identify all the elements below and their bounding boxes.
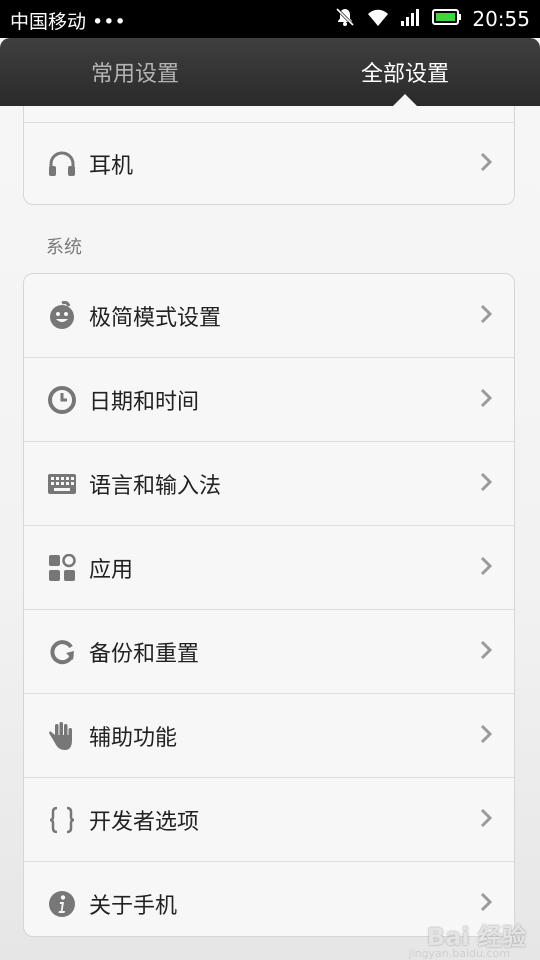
settings-item-label: 辅助功能 bbox=[89, 725, 178, 751]
chevron-right-icon bbox=[480, 892, 493, 916]
status-icons: 20:55 bbox=[334, 0, 530, 38]
settings-item-label: 开发者选项 bbox=[89, 809, 200, 835]
chevron-right-icon bbox=[480, 472, 493, 496]
settings-item-label: 备份和重置 bbox=[89, 641, 200, 667]
battery-icon bbox=[432, 8, 462, 30]
refresh-icon bbox=[47, 637, 77, 667]
chevron-right-icon bbox=[480, 556, 493, 580]
section-header-system: 系统 bbox=[46, 237, 82, 258]
clock-time: 20:55 bbox=[472, 7, 530, 31]
device-settings-card: 耳机 bbox=[23, 106, 515, 205]
status-bar: 中国移动 ••• 20:55 bbox=[0, 0, 540, 38]
smiley-icon bbox=[47, 300, 77, 331]
clock-icon bbox=[47, 385, 77, 415]
settings-item-label: 耳机 bbox=[89, 154, 134, 179]
chevron-right-icon bbox=[480, 304, 493, 328]
braces-icon bbox=[47, 805, 77, 835]
settings-item-language-input[interactable]: 语言和输入法 bbox=[24, 442, 514, 526]
active-tab-indicator bbox=[393, 94, 417, 106]
settings-item-headphones[interactable]: 耳机 bbox=[24, 123, 514, 205]
tab-common-settings[interactable]: 常用设置 bbox=[0, 38, 270, 106]
chevron-right-icon bbox=[480, 640, 493, 664]
chevron-right-icon bbox=[480, 808, 493, 832]
settings-item-label: 极简模式设置 bbox=[89, 305, 222, 331]
settings-item-backup-reset[interactable]: 备份和重置 bbox=[24, 610, 514, 694]
system-settings-card: 极简模式设置 日期和时间 语言和输入法 应用 备份和重置 辅助功能 开发者选项 … bbox=[23, 273, 515, 937]
settings-item-apps[interactable]: 应用 bbox=[24, 526, 514, 610]
settings-item-label: 关于手机 bbox=[89, 893, 178, 919]
settings-item-simple-mode[interactable]: 极简模式设置 bbox=[24, 274, 514, 358]
settings-item-label: 语言和输入法 bbox=[89, 473, 222, 499]
headphones-icon bbox=[47, 149, 77, 179]
settings-item-date-time[interactable]: 日期和时间 bbox=[24, 358, 514, 442]
chevron-right-icon bbox=[480, 152, 493, 176]
hand-icon bbox=[47, 721, 77, 751]
carrier-label: 中国移动 ••• bbox=[10, 11, 126, 33]
tab-bar: 常用设置 全部设置 bbox=[0, 38, 540, 106]
mute-icon bbox=[334, 6, 356, 32]
watermark-url: jingyan.baidu.com bbox=[408, 947, 510, 960]
settings-item-developer-options[interactable]: 开发者选项 bbox=[24, 778, 514, 862]
signal-icon bbox=[400, 7, 422, 31]
settings-item-accessibility[interactable]: 辅助功能 bbox=[24, 694, 514, 778]
settings-item-label: 应用 bbox=[89, 557, 134, 583]
chevron-right-icon bbox=[480, 724, 493, 748]
keyboard-icon bbox=[47, 469, 77, 499]
info-icon bbox=[47, 889, 77, 919]
chevron-right-icon bbox=[480, 388, 493, 412]
wifi-icon bbox=[366, 7, 390, 31]
settings-item-label: 日期和时间 bbox=[89, 389, 200, 415]
apps-icon bbox=[47, 553, 77, 583]
scrolled-row-remnant bbox=[24, 106, 514, 123]
